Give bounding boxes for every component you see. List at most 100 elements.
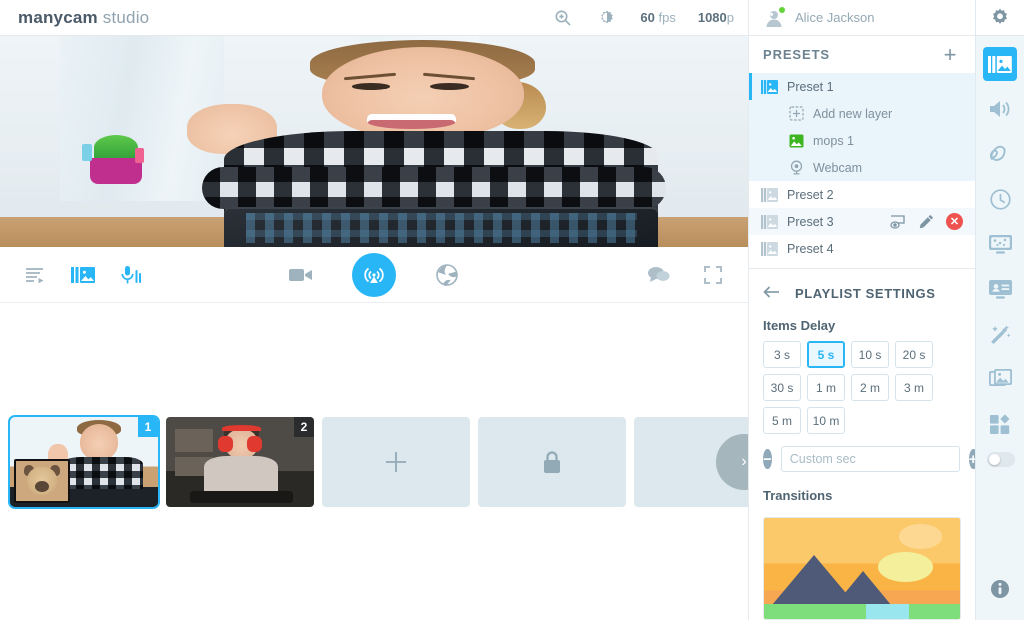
user-name: Alice Jackson <box>795 10 875 25</box>
custom-sec-input[interactable] <box>780 446 960 473</box>
preset-label: Preset 3 <box>787 214 834 229</box>
decrement-button[interactable]: − <box>763 449 772 470</box>
delay-option-10m[interactable]: 10 m <box>807 407 845 435</box>
effects-rail-icon[interactable] <box>983 227 1017 261</box>
transition-preview[interactable] <box>763 517 961 620</box>
broadcast-icon[interactable] <box>352 252 396 297</box>
apps-rail-icon[interactable] <box>983 407 1017 441</box>
preset-row-2[interactable]: Preset 2 <box>749 181 975 208</box>
lower-third-rail-icon[interactable] <box>983 272 1017 306</box>
transition-mountain-small <box>834 570 891 605</box>
back-arrow-icon[interactable] <box>763 285 781 303</box>
presets-header: PRESETS + <box>749 36 975 73</box>
delay-option-5s[interactable]: 5 s <box>807 341 845 369</box>
add-preset-button[interactable]: + <box>939 43 961 66</box>
magic-wand-rail-icon[interactable] <box>983 317 1017 351</box>
preset-row-1[interactable]: Preset 1 <box>749 73 975 101</box>
preset-row-4[interactable]: Preset 4 <box>749 235 975 262</box>
microphone-icon[interactable] <box>114 258 148 292</box>
playlist-settings-title: PLAYLIST SETTINGS <box>795 286 936 302</box>
gear-icon[interactable] <box>989 7 1011 29</box>
right-icon-rail <box>975 0 1024 620</box>
timer-rail-icon[interactable] <box>983 182 1017 216</box>
layer-row-mops-1[interactable]: mops 1 <box>749 127 975 155</box>
thumbnail-item[interactable]: 2 <box>166 416 314 507</box>
delay-option-2m[interactable]: 2 m <box>851 374 889 402</box>
logo-bold: manycam <box>18 7 98 27</box>
preset-icon <box>761 187 778 202</box>
top-bar-actions: 60 fps 1080p <box>552 7 734 29</box>
layer-label: mops 1 <box>813 133 854 148</box>
preset-icon <box>761 214 778 229</box>
video-preview-stage[interactable]: AUDIO <box>0 36 748 247</box>
presets-rail-icon[interactable] <box>983 47 1017 81</box>
transition-water <box>865 603 910 619</box>
delay-option-20s[interactable]: 20 s <box>895 341 933 369</box>
fps-indicator[interactable]: 60 fps <box>640 10 675 25</box>
thumb-headphone-band <box>222 424 261 431</box>
person-smile <box>366 114 457 129</box>
delay-option-30s[interactable]: 30 s <box>763 374 801 402</box>
preset-label: Preset 1 <box>787 79 834 94</box>
live-video-frame <box>0 36 748 247</box>
fps-unit: fps <box>654 10 676 25</box>
presets-icon[interactable] <box>66 258 100 292</box>
edit-icon[interactable] <box>918 214 934 230</box>
resolution-unit: p <box>726 10 734 25</box>
transitions-label: Transitions <box>763 488 833 504</box>
fullscreen-icon[interactable] <box>696 258 730 292</box>
pug-image <box>16 460 68 501</box>
preset-row-actions: ✕ <box>890 213 963 231</box>
picture-in-picture-pug <box>14 458 70 503</box>
pen-pink <box>134 147 145 163</box>
user-account-row[interactable]: Alice Jackson <box>749 0 975 36</box>
preset-icon <box>761 241 778 256</box>
logo-light: studio <box>97 7 150 27</box>
top-bar: manycam studio 60 fps 1080p <box>0 0 748 36</box>
delay-option-3s[interactable]: 3 s <box>763 341 801 369</box>
delete-icon[interactable]: ✕ <box>946 213 963 231</box>
panel-divider <box>749 268 975 270</box>
plant-pot <box>89 158 143 184</box>
image-layer-icon <box>789 134 804 148</box>
custom-delay-toggle[interactable] <box>986 451 1015 467</box>
thumb-shirt <box>60 457 144 490</box>
preset-row-3[interactable]: Preset 3 ✕ <box>749 208 975 236</box>
delay-option-1m[interactable]: 1 m <box>807 374 845 402</box>
preview-icon[interactable] <box>890 214 906 230</box>
presets-title: PRESETS <box>763 47 830 63</box>
preset-label: Preset 4 <box>787 241 834 256</box>
brightness-contrast-icon[interactable] <box>596 7 618 29</box>
chat-icon[interactable] <box>642 258 676 292</box>
audio-rail-icon[interactable] <box>983 92 1017 126</box>
zoom-in-icon[interactable] <box>552 7 574 29</box>
delay-option-10s[interactable]: 10 s <box>851 341 889 369</box>
media-rail-icon[interactable] <box>983 362 1017 396</box>
thumb-head <box>79 423 119 460</box>
custom-delay-row: − + <box>749 434 1015 473</box>
snapshot-icon[interactable] <box>430 258 464 292</box>
bottom-toolbar <box>0 247 748 303</box>
delay-option-5m[interactable]: 5 m <box>763 407 801 435</box>
user-avatar-icon <box>763 5 786 29</box>
record-icon[interactable] <box>284 258 318 292</box>
thumbnail-item[interactable]: 1 <box>8 414 160 509</box>
delay-option-3m[interactable]: 3 m <box>895 374 933 402</box>
locked-thumbnail[interactable] <box>478 416 626 507</box>
layer-row-webcam[interactable]: Webcam <box>749 154 975 182</box>
draw-rail-icon[interactable] <box>983 137 1017 171</box>
toggle-knob <box>988 453 1000 465</box>
thumb-gamer-body <box>204 456 279 493</box>
playlist-icon[interactable] <box>18 258 52 292</box>
transition-sun-halo <box>899 524 943 549</box>
resolution-indicator[interactable]: 1080p <box>698 10 734 25</box>
plant-leaves <box>93 135 139 161</box>
info-icon[interactable] <box>983 572 1017 606</box>
add-layer-icon <box>789 106 804 121</box>
items-delay-options: 3 s 5 s 10 s 20 s 30 s 1 m 2 m 3 m 5 m 1… <box>749 341 975 435</box>
toolbar-right-group <box>642 258 730 292</box>
add-source-thumbnail[interactable] <box>322 416 470 507</box>
main-column: manycam studio 60 fps 1080p 1 2 › <box>0 0 748 620</box>
layer-row-add-new[interactable]: Add new layer <box>749 100 975 128</box>
preset-icon-blue <box>761 79 778 94</box>
